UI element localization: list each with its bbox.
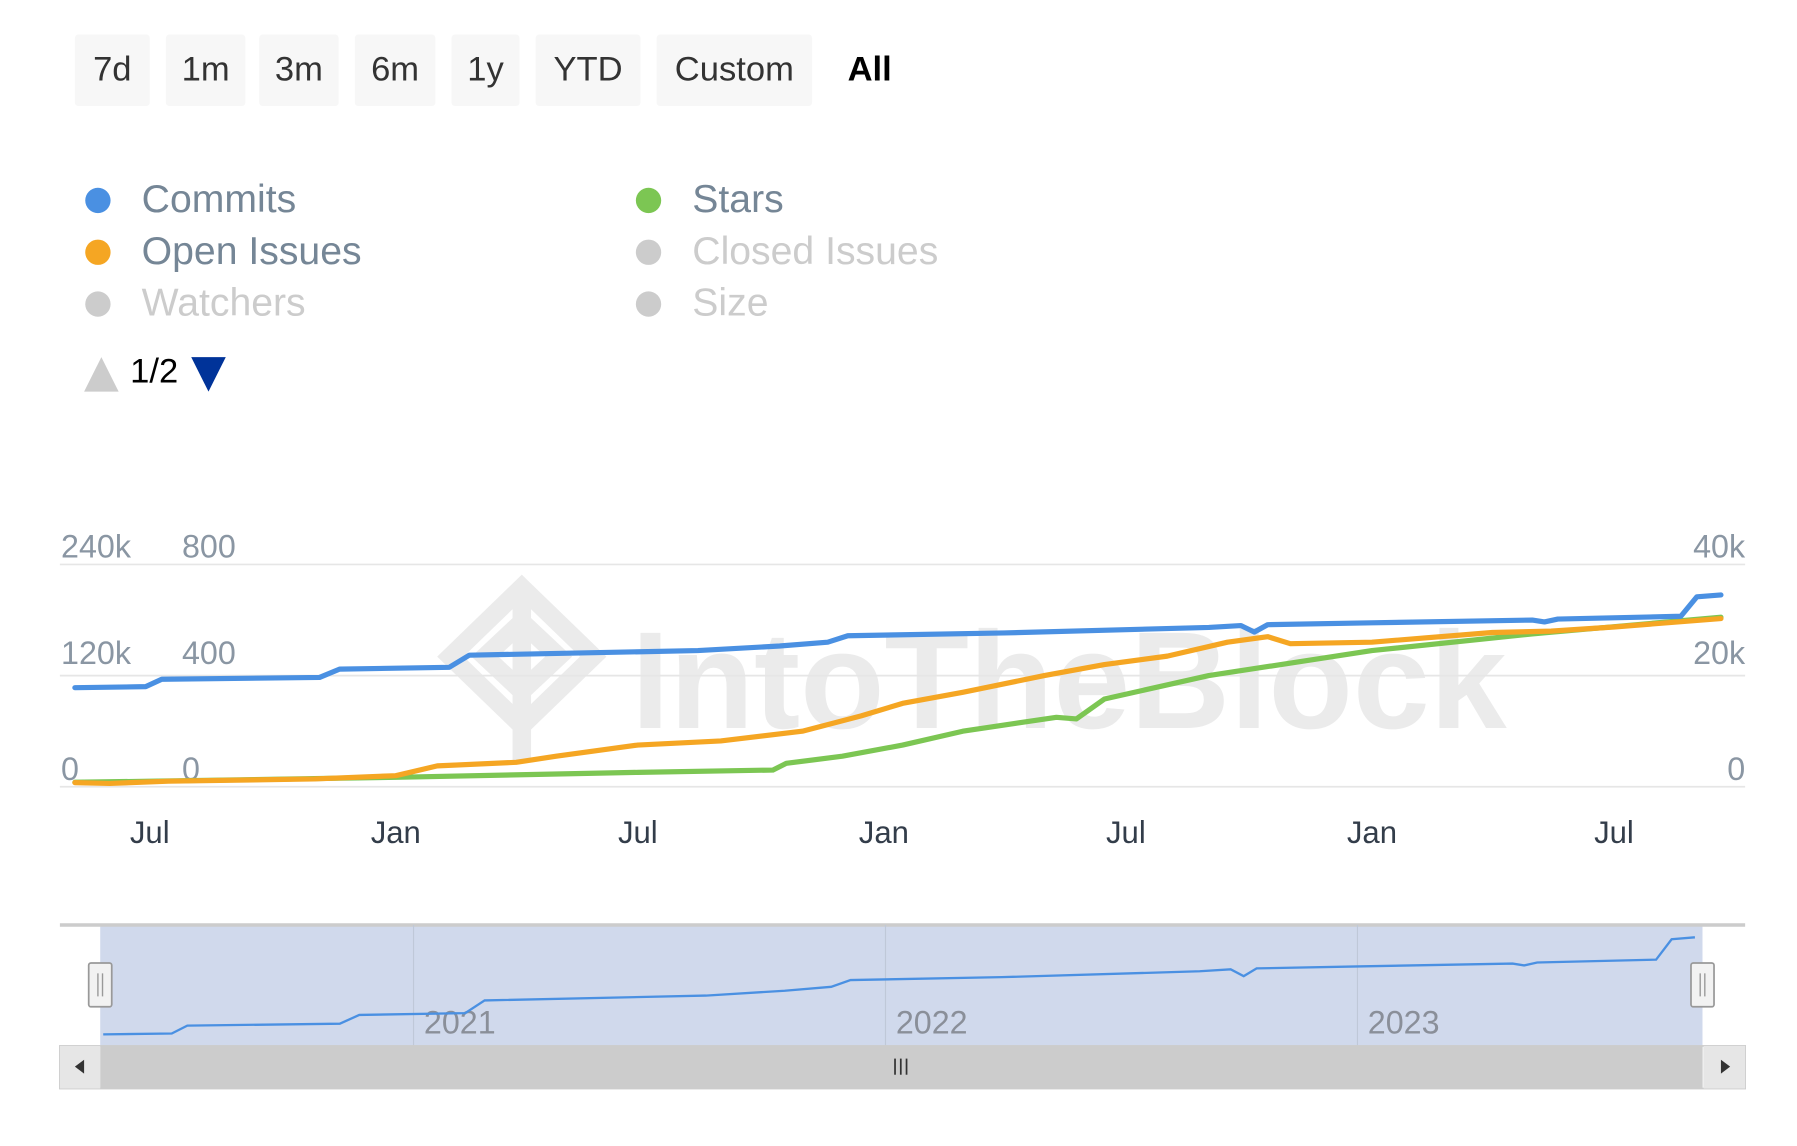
y-tick-label-stars: 0 — [1727, 751, 1745, 787]
watermark-logo: IntoTheBlock — [437, 574, 1507, 761]
x-tick-label: Jan — [371, 815, 421, 850]
navigator-year-label: 2022 — [896, 1004, 968, 1040]
x-tick-label: Jan — [859, 815, 909, 850]
y-tick-label-stars: 40k — [1693, 529, 1746, 565]
navigator-year-label: 2023 — [1368, 1004, 1440, 1040]
navigator[interactable]: 2021 2022 2023 — [59, 923, 1746, 1046]
y-tick-label-commits: 240k — [61, 529, 132, 565]
chart-svg: IntoTheBlock0120k240k0400800020k40kJul Ja… — [59, 529, 1746, 1090]
y-tick-label-issues: 400 — [182, 635, 236, 671]
scrollbar[interactable] — [59, 1045, 1746, 1090]
y-tick-label-stars: 20k — [1693, 635, 1746, 671]
x-tick-label: Jan — [1347, 815, 1397, 850]
chart-widget: 7d 1m 3m 6m 1y YTD Custom All Commits Open Issue… — [0, 0, 1797, 1146]
y-tick-label-commits: 120k — [61, 635, 132, 671]
x-tick-label: Jul — [1594, 815, 1634, 850]
x-tick-label: Jul — [130, 815, 170, 850]
navigator-year-label: 2021 — [424, 1004, 496, 1040]
navigator-handle-left[interactable] — [87, 962, 113, 1008]
navigator-handle-right[interactable] — [1690, 962, 1715, 1008]
y-tick-label-issues: 800 — [182, 529, 236, 565]
x-tick-label: Jul — [1106, 815, 1146, 850]
x-tick-label: Jul — [618, 815, 658, 850]
